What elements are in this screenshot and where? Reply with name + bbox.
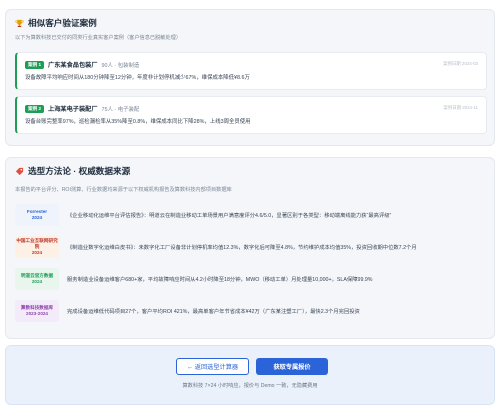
source-description: 《制造业数字化运维白皮书》：未数字化工厂设备非计划停机率均值12.3%，数字化后… — [67, 245, 417, 251]
case-meta: 75人 · 电子装配 — [101, 106, 140, 113]
case-date: 案例日期 2024-11 — [443, 105, 478, 110]
case-badge: 案例 1 — [25, 60, 45, 69]
case-card[interactable]: 案例 1 广东某食品包装厂 90人 · 包装制造 案例日期 2024-03 设备… — [15, 52, 487, 90]
source-row: 明道云官方数据 2024 服务制造业设备运维客户680+家，平均故障响应时间从4… — [15, 265, 491, 293]
source-row: 算数科技数据库 2023-2024 完成设备运维低代码项目27个，客户平均ROI… — [15, 297, 491, 325]
methodology-section: 选型方法论 · 权威数据来源 本报告的平台评分、ROI测算、行业数据均来源于以下… — [5, 157, 495, 339]
case-meta: 90人 · 包装制造 — [101, 62, 140, 69]
case-date: 案例日期 2024-03 — [443, 61, 478, 66]
case-company: 广东某食品包装厂 — [48, 62, 98, 69]
source-logo: 中国工业互联网研究院 2024 — [15, 236, 59, 258]
back-to-calculator-button[interactable]: ← 返回选型计算器 — [176, 358, 249, 375]
footer-actions: ← 返回选型计算器 获取专属报价 算数科技 7×24 小时响应，报价与 Demo… — [5, 345, 495, 405]
cases-section: 相似客户验证案例 以下为算数科技已交付的同类行业真实客户案例（客户信息已脱敏处理… — [5, 9, 495, 146]
case-result: 设备故障平均响应时间从180分钟降至12分钟，年度非计划停机减少67%，维保成本… — [25, 75, 250, 81]
source-row: Forrester 2024 《企业移动化运维平台评估报告》：明道云在制造业移动… — [15, 201, 491, 229]
case-result: 设备台账完整率97%，巡检漏检率从35%降至0.8%，维保成本同比下降28%，上… — [25, 119, 251, 125]
case-card[interactable]: 案例 2 上海某电子装配厂 75人 · 电子装配 案例日期 2024-11 设备… — [15, 96, 487, 134]
methodology-section-title: 选型方法论 · 权威数据来源 — [15, 165, 130, 177]
source-logo: 明道云官方数据 2024 — [15, 268, 59, 290]
case-badge: 案例 2 — [25, 104, 45, 113]
source-description: 完成设备运维低代码项目27个，客户平均ROI 421%，最高单客户年节省成本¥4… — [67, 309, 360, 315]
footer-note: 算数科技 7×24 小时响应，报价与 Demo 一致，无隐藏费用 — [182, 383, 318, 389]
source-logo: 算数科技数据库 2023-2024 — [15, 300, 59, 322]
methodology-section-subtitle: 本报告的平台评分、ROI测算、行业数据均来源于以下权威机构报告及算数科技内部项目… — [15, 187, 232, 193]
source-logo: Forrester 2024 — [15, 204, 59, 226]
trophy-icon — [15, 19, 24, 27]
tag-icon — [15, 167, 24, 175]
source-description: 服务制造业设备运维客户680+家，平均故障响应时间从4.2小时降至18分钟，MW… — [67, 277, 373, 283]
cases-section-title: 相似客户验证案例 — [15, 17, 97, 29]
source-description: 《企业移动化运维平台评估报告》：明道云在制造业移动工单场景用户满意度评分4.6/… — [67, 213, 392, 219]
case-company: 上海某电子装配厂 — [48, 106, 98, 113]
get-quote-button[interactable]: 获取专属报价 — [256, 358, 328, 375]
cases-section-subtitle: 以下为算数科技已交付的同类行业真实客户案例（客户信息已脱敏处理） — [15, 35, 182, 41]
source-row: 中国工业互联网研究院 2024 《制造业数字化运维白皮书》：未数字化工厂设备非计… — [15, 233, 491, 261]
